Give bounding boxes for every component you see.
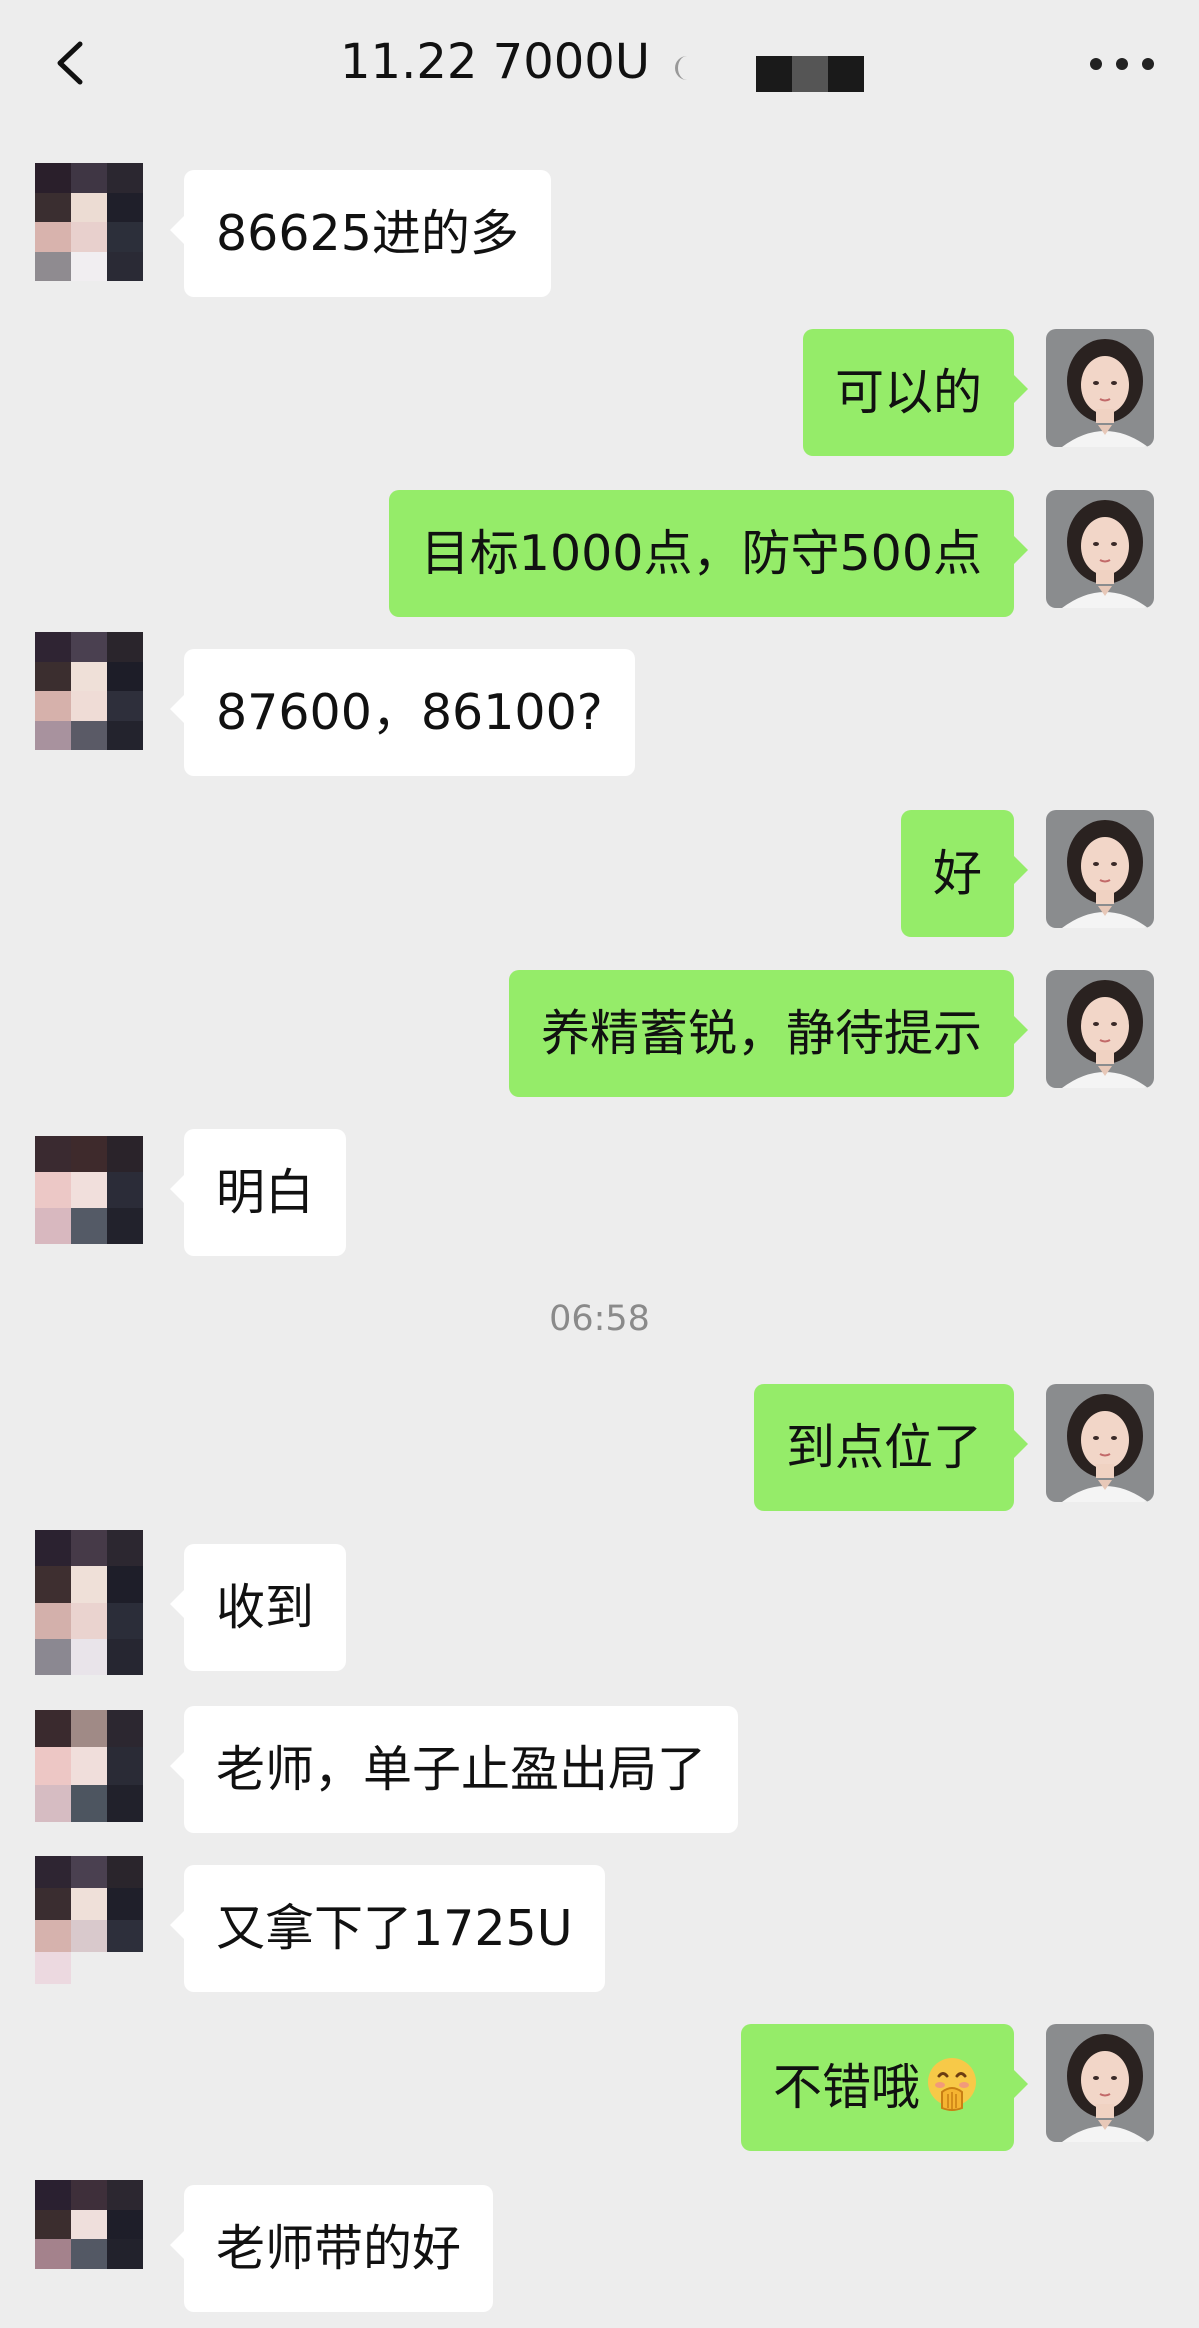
back-chevron-icon[interactable] xyxy=(50,40,90,86)
title-partial-glyph xyxy=(675,56,687,80)
chat-header: 11.22 7000U xyxy=(0,0,1199,136)
more-options-icon[interactable] xyxy=(1090,58,1154,72)
hand-over-mouth-emoji-icon xyxy=(928,2058,976,2111)
message-bubble-received[interactable]: 老师带的好 xyxy=(169,2185,494,2312)
contact-avatar-pixelated[interactable] xyxy=(35,2180,143,2298)
message-bubble-sent[interactable]: 到点位了 xyxy=(753,1384,1029,1511)
message-bubble-sent[interactable]: 好 xyxy=(900,810,1029,937)
message-text: 不错哦 xyxy=(772,2059,920,2116)
self-avatar[interactable] xyxy=(1046,1384,1154,1502)
message-bubble-received[interactable]: 老师，单子止盈出局了 xyxy=(169,1706,739,1833)
message-bubble-sent[interactable]: 可以的 xyxy=(802,329,1029,456)
chat-title: 11.22 7000U xyxy=(340,34,650,90)
message-bubble-sent[interactable]: 养精蓄锐，静待提示 xyxy=(508,970,1029,1097)
message-bubble-received[interactable]: 87600，86100? xyxy=(170,649,635,776)
self-avatar[interactable] xyxy=(1046,2024,1154,2142)
contact-avatar-pixelated[interactable] xyxy=(35,632,143,750)
message-bubble-sent[interactable]: 不错哦 xyxy=(740,2024,1029,2151)
self-avatar[interactable] xyxy=(1046,329,1154,447)
redacted-name-block xyxy=(756,56,864,92)
contact-avatar-pixelated[interactable] xyxy=(35,1530,143,1675)
contact-avatar-pixelated[interactable] xyxy=(35,1136,143,1244)
message-bubble-sent[interactable]: 目标1000点，防守500点 xyxy=(388,490,1029,617)
self-avatar[interactable] xyxy=(1046,490,1154,608)
chat-timestamp: 06:58 xyxy=(549,1299,650,1339)
self-avatar[interactable] xyxy=(1046,970,1154,1088)
contact-avatar-pixelated[interactable] xyxy=(35,1710,143,1822)
message-bubble-received[interactable]: 收到 xyxy=(169,1544,347,1671)
message-bubble-received[interactable]: 又拿下了1725U xyxy=(170,1865,605,1992)
contact-avatar-pixelated[interactable] xyxy=(35,163,143,281)
self-avatar[interactable] xyxy=(1046,810,1154,928)
contact-avatar-pixelated[interactable] xyxy=(35,1856,143,1984)
message-bubble-received[interactable]: 86625进的多 xyxy=(170,170,551,297)
message-bubble-received[interactable]: 明白 xyxy=(169,1129,347,1256)
